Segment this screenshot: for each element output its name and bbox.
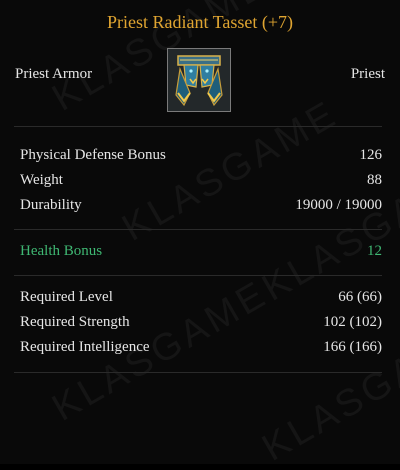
requirement-label: Required Strength — [20, 314, 130, 330]
requirement-row-strength: Required Strength 102 (102) — [20, 312, 382, 337]
stats-section: Physical Defense Bonus 126 Weight 88 Dur… — [20, 145, 382, 220]
stat-row-weight: Weight 88 — [20, 170, 382, 195]
divider — [14, 126, 382, 127]
requirement-row-level: Required Level 66 (66) — [20, 287, 382, 312]
bonus-row-health: Health Bonus 12 — [20, 241, 382, 266]
item-title: Priest Radiant Tasset (+7) — [106, 12, 294, 32]
bonus-label: Health Bonus — [20, 243, 103, 259]
item-tooltip: KLASGAME KLASGAME KLASGAME KLASGAME KLAS… — [0, 0, 400, 470]
requirement-value: 166 (166) — [323, 339, 382, 355]
stat-row-durability: Durability 19000 / 19000 — [20, 195, 382, 220]
requirement-label: Required Intelligence — [20, 339, 150, 355]
item-category: Priest Armor — [15, 66, 93, 82]
stat-value: 19000 / 19000 — [295, 197, 382, 213]
tasset-armor-icon — [167, 48, 231, 112]
requirement-row-intelligence: Required Intelligence 166 (166) — [20, 337, 382, 362]
bonus-section: Health Bonus 12 — [20, 241, 382, 266]
divider — [14, 372, 382, 373]
item-class: Priest — [350, 66, 385, 82]
requirements-section: Required Level 66 (66) Required Strength… — [20, 287, 382, 362]
stat-label: Durability — [20, 197, 82, 213]
stat-label: Weight — [20, 172, 63, 188]
divider — [14, 229, 382, 230]
requirement-value: 66 (66) — [338, 289, 382, 305]
requirement-value: 102 (102) — [323, 314, 382, 330]
requirement-label: Required Level — [20, 289, 113, 305]
stat-label: Physical Defense Bonus — [20, 147, 166, 163]
divider — [14, 275, 382, 276]
bonus-value: 12 — [367, 243, 382, 259]
stat-value: 126 — [359, 147, 383, 163]
stat-value: 88 — [367, 172, 382, 188]
stat-row-physical-defense: Physical Defense Bonus 126 — [20, 145, 382, 170]
item-header: Priest Armor Priest — [0, 48, 400, 114]
